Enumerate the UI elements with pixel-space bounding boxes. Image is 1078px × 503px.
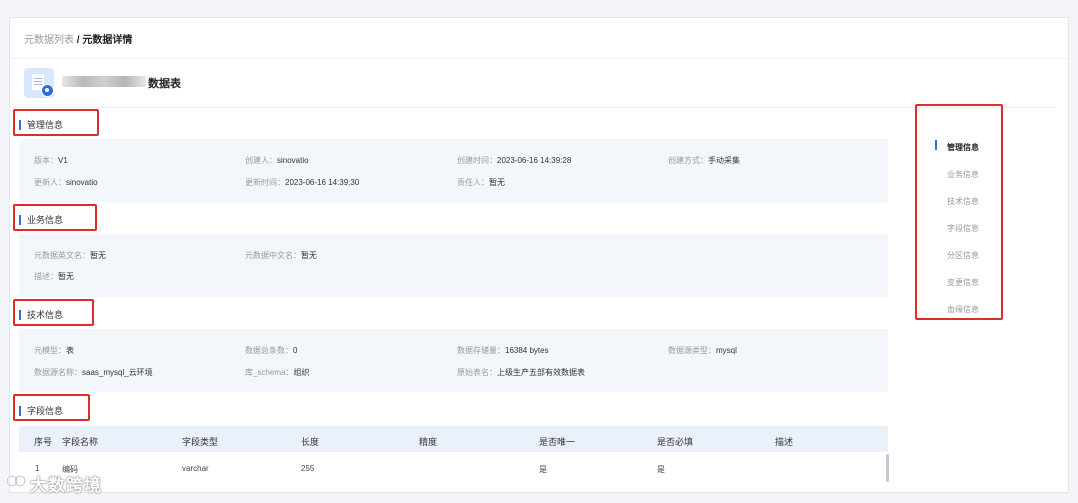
field-source-type: 数据源类型：mysql [668,346,737,355]
title-divider [10,107,1055,108]
column-header-length: 长度 [301,437,320,447]
page-title: 数据表 [148,78,181,90]
field-source-name: 数据源名称：saas_mysql_云环境 [34,368,153,377]
breadcrumb-parent-link[interactable]: 元数据列表 [24,35,74,46]
highlight-box-management [13,109,99,136]
highlight-box-fields [13,394,90,421]
fields-table-header: 序号 字段名称 字段类型 长度 精度 是否唯一 是否必填 描述 [19,426,888,452]
cell-unique: 是 [539,465,547,474]
breadcrumb-current: 元数据详情 [82,35,133,46]
watermark-logo-icon [6,475,26,487]
field-create-time: 创建时间：2023-06-16 14:39:28 [457,156,572,165]
column-header-index: 序号 [34,437,53,447]
breadcrumb-divider [10,58,1068,59]
column-header-required: 是否必填 [657,437,694,447]
detail-panel: 元数据列表 / 元数据详情 数据表 管理信息 版本：V1 创建人：sinovat… [9,17,1069,493]
cell-field-type: varchar [182,464,209,473]
table-document-icon [24,68,54,98]
technical-info-block: 元模型：表 数据总条数：0 数据存储量：16384 bytes 数据源类型：my… [19,329,888,392]
field-version: 版本：V1 [34,156,68,165]
highlight-box-technical [13,299,94,326]
field-original-table-name: 原始表名：上级生产五部有效数据表 [457,368,585,377]
watermark-text: 大数跨境 [30,476,102,495]
field-chinese-name: 元数据中文名：暂无 [245,251,317,260]
business-info-block: 元数据英文名：暂无 元数据中文名：暂无 描述：暂无 [19,234,888,297]
redacted-table-name [62,76,146,87]
field-description: 描述：暂无 [34,272,74,281]
field-create-method: 创建方式：手动采集 [668,156,740,165]
management-info-block: 版本：V1 创建人：sinovatio 创建时间：2023-06-16 14:3… [19,139,888,202]
highlight-box-business [13,204,97,231]
field-total-records: 数据总条数：0 [245,346,298,355]
field-english-name: 元数据英文名：暂无 [34,251,106,260]
column-header-field-name: 字段名称 [62,437,99,447]
cell-length: 255 [301,464,315,473]
field-creator: 创建人：sinovatio [245,156,309,165]
column-header-unique: 是否唯一 [539,437,576,447]
field-schema: 库_schema：组织 [245,368,310,377]
table-scrollbar[interactable] [886,454,889,482]
column-header-field-type: 字段类型 [182,437,219,447]
field-updater: 更新人：sinovatio [34,178,98,187]
field-meta-model: 元模型：表 [34,346,74,355]
highlight-box-anchor-nav [915,104,1003,320]
field-storage-size: 数据存储量：16384 bytes [457,346,549,355]
field-owner: 责任人：暂无 [457,178,505,187]
cell-required: 是 [657,465,665,474]
column-header-precision: 精度 [419,437,438,447]
column-header-description: 描述 [775,437,794,447]
field-update-time: 更新时间：2023-06-16 14:39:30 [245,178,360,187]
breadcrumb: 元数据列表 / 元数据详情 [24,31,132,46]
